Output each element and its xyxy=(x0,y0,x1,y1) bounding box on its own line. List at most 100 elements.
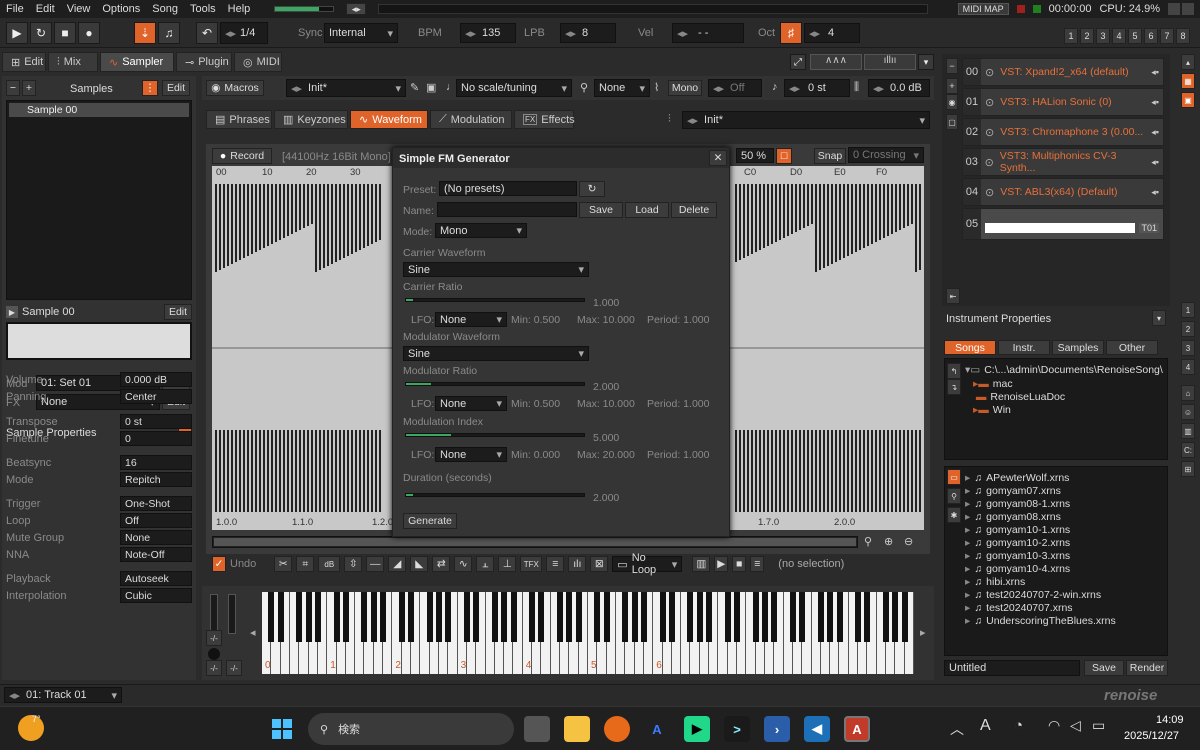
track-btn-7[interactable]: 7 xyxy=(1160,28,1174,44)
carrier-lfo-select[interactable]: None ▾ xyxy=(435,312,507,327)
go-folder-icon[interactable]: ↴ xyxy=(947,379,961,395)
list-item[interactable]: Sample 00 xyxy=(9,103,189,117)
track-select[interactable]: ◂▸ 01: Track 01 ▾ xyxy=(4,687,122,703)
black-key[interactable] xyxy=(398,592,405,642)
modulator-ratio-slider[interactable] xyxy=(405,382,585,386)
file-item[interactable]: ▸ ♫ test20240707.xrns xyxy=(965,601,1116,614)
zoom-toggle[interactable]: □ xyxy=(776,148,792,164)
gain-icon[interactable]: dB xyxy=(318,556,341,572)
record-sample-button[interactable]: ● Record xyxy=(212,148,272,164)
prop-value-field[interactable]: One-Shot xyxy=(120,496,192,511)
renoise-icon[interactable]: A xyxy=(844,716,870,742)
black-key[interactable] xyxy=(380,592,387,642)
black-key[interactable] xyxy=(538,592,545,642)
black-key[interactable] xyxy=(501,592,508,642)
expand-icon[interactable]: ⤢ xyxy=(790,54,806,70)
black-key[interactable] xyxy=(864,592,871,642)
pitch-range-button[interactable]: -/- xyxy=(206,630,222,646)
tab-edit[interactable]: ⊞ Edit xyxy=(2,52,46,72)
scroll-up-icon[interactable]: ▴ xyxy=(1181,54,1195,70)
battery-icon[interactable]: ▭ xyxy=(1092,717,1105,734)
prop-value-field[interactable]: Autoseek xyxy=(120,571,192,586)
black-key[interactable] xyxy=(529,592,536,642)
zoom-in-icon[interactable]: ⊕ xyxy=(884,535,893,548)
black-key[interactable] xyxy=(408,592,415,642)
macros-button[interactable]: ◉ Macros xyxy=(206,80,264,96)
add-location-icon[interactable]: ⊞ xyxy=(1181,461,1195,477)
terminal-icon[interactable]: > xyxy=(724,716,750,742)
black-key[interactable] xyxy=(631,592,638,642)
fm-delete-button[interactable]: Delete xyxy=(671,202,717,218)
tab-phrases[interactable]: ▤ Phrases xyxy=(206,110,272,129)
carrier-waveform-select[interactable]: Sine ▾ xyxy=(403,262,589,277)
black-key[interactable] xyxy=(361,592,368,642)
octave-down-icon[interactable]: ◂ xyxy=(250,626,256,639)
zoom-field[interactable]: 50 % xyxy=(736,148,774,163)
zoom-search-icon[interactable]: ⚲ xyxy=(864,535,872,548)
play-preview-icon[interactable]: ▶ xyxy=(714,556,729,572)
reverse-icon[interactable]: ⇄ xyxy=(432,556,451,572)
tab-other[interactable]: Other xyxy=(1106,340,1158,355)
instrument-slot[interactable]: 03 ⊙ VST3: Multiphonics CV-3 Synth... ◂▪ xyxy=(962,148,1164,176)
refresh-icon[interactable]: ↻ xyxy=(579,181,605,197)
tab-songs[interactable]: Songs xyxy=(944,340,996,355)
save-song-button[interactable]: Save xyxy=(1084,660,1124,676)
tab-keyzones[interactable]: ▥ Keyzones xyxy=(274,110,348,129)
vel-field[interactable]: ◂▸ - - xyxy=(672,23,744,43)
black-key[interactable] xyxy=(305,592,312,642)
black-key[interactable] xyxy=(445,592,452,642)
black-key[interactable] xyxy=(510,592,517,642)
save-preset-icon[interactable]: ▣ xyxy=(426,81,436,94)
taskbar-search[interactable]: ⚲ 検索 xyxy=(308,713,514,745)
loop-disable-icon[interactable]: ⊠ xyxy=(590,556,609,572)
instrument-volume-field[interactable]: ◂▸ 0.0 dB xyxy=(868,79,930,97)
ctrl-2[interactable]: 2 xyxy=(1181,321,1195,337)
sample-list-menu-icon[interactable]: ⋮ xyxy=(142,80,158,96)
instrument-slot[interactable]: 05 T01 xyxy=(962,208,1164,240)
menu-preview-icon[interactable]: ≡ xyxy=(750,556,765,572)
dc-icon[interactable]: ⊥ xyxy=(498,556,517,572)
midi-map-button[interactable]: MIDI MAP xyxy=(957,3,1009,15)
loop-pattern-button[interactable]: ↻ xyxy=(30,22,52,44)
track-btn-4[interactable]: 4 xyxy=(1112,28,1126,44)
file-item[interactable]: ▸ ♫ gomyam10-4.xrns xyxy=(965,562,1116,575)
black-key[interactable] xyxy=(575,592,582,642)
file-item[interactable]: ▸ ♫ gomyam10-1.xrns xyxy=(965,523,1116,536)
black-key[interactable] xyxy=(435,592,442,642)
menu-edit[interactable]: Edit xyxy=(36,3,55,15)
sample-preview-edit-button[interactable]: Edit xyxy=(164,304,192,320)
sync-select[interactable]: Internal ▾ xyxy=(324,23,398,43)
carrier-ratio-slider[interactable] xyxy=(405,298,585,302)
snap-button[interactable]: Snap xyxy=(814,148,846,164)
instrument-slot[interactable]: 01 ⊙ VST3: HALion Sonic (0) ◂▪ xyxy=(962,88,1164,116)
prop-value-field[interactable]: None xyxy=(120,530,192,545)
modulator-lfo-select[interactable]: None ▾ xyxy=(435,396,507,411)
black-key[interactable] xyxy=(268,592,275,642)
snap-select[interactable]: 0 Crossing ▾ xyxy=(848,147,924,163)
tab-sampler[interactable]: ∿ Sampler xyxy=(100,52,174,72)
copilot-icon[interactable]: ◔ xyxy=(1014,717,1023,734)
samples-edit-button[interactable]: Edit xyxy=(162,80,190,96)
modulation-index-slider[interactable] xyxy=(405,433,585,437)
file-item[interactable]: ▸ ♫ hibi.xrns xyxy=(965,575,1116,588)
firefox-icon[interactable] xyxy=(604,716,630,742)
instrument-transpose-field[interactable]: ◂▸ 0 st xyxy=(784,79,850,97)
black-key[interactable] xyxy=(463,592,470,642)
black-key[interactable] xyxy=(771,592,778,642)
window-buttons[interactable] xyxy=(1168,3,1194,15)
ime-indicator[interactable]: A xyxy=(980,717,991,735)
track-btn-5[interactable]: 5 xyxy=(1128,28,1142,44)
midi-port-icon[interactable]: ◂▪ xyxy=(1151,157,1159,168)
crop-icon[interactable]: ⌗ xyxy=(296,556,315,572)
ctrl-1[interactable]: 1 xyxy=(1181,302,1195,318)
black-key[interactable] xyxy=(799,592,806,642)
black-key[interactable] xyxy=(640,592,647,642)
loop-mode-select[interactable]: ▭ No Loop ▾ xyxy=(612,552,683,576)
black-key[interactable] xyxy=(342,592,349,642)
remove-instrument-button[interactable]: − xyxy=(946,58,958,74)
black-key[interactable] xyxy=(706,592,713,642)
track-btn-8[interactable]: 8 xyxy=(1176,28,1190,44)
black-key[interactable] xyxy=(734,592,741,642)
ctrl-4[interactable]: 4 xyxy=(1181,359,1195,375)
start-button[interactable] xyxy=(272,719,292,739)
